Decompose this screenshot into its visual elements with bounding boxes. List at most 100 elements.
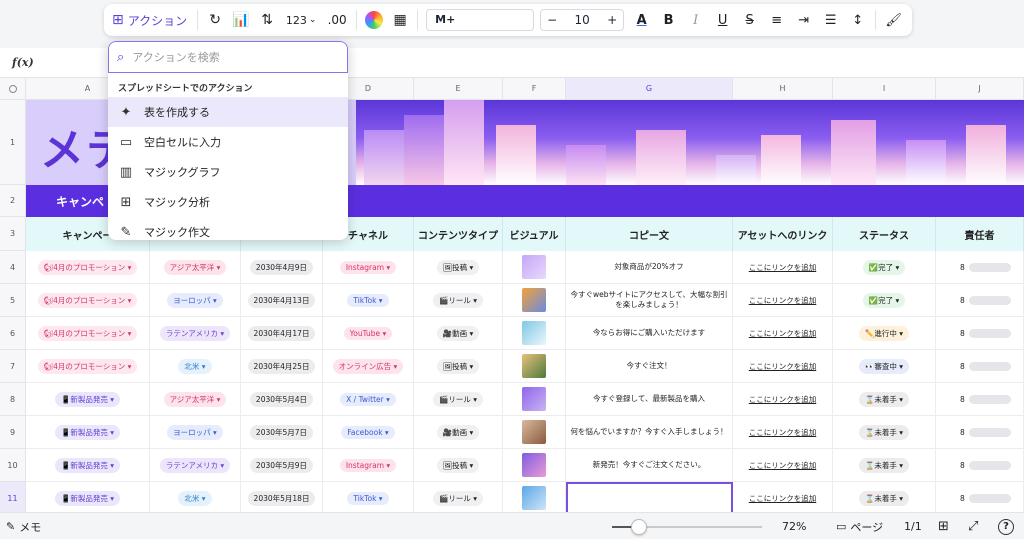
zoom-value[interactable]: 72% — [782, 513, 806, 539]
cell-status[interactable]: ⌛未着手 ▾ — [833, 449, 936, 482]
cell-link[interactable]: ここにリンクを追加 — [733, 482, 833, 512]
content-tag[interactable]: 🎥動画 ▾ — [436, 325, 480, 341]
row-header-10[interactable]: 10 — [0, 449, 26, 482]
help-button[interactable]: ? — [998, 513, 1014, 539]
cell-content[interactable]: 🎥動画 ▾ — [414, 317, 503, 350]
cell-region[interactable]: 北米 ▾ — [150, 482, 241, 512]
visual-thumbnail[interactable] — [522, 288, 546, 312]
cell-campaign[interactable]: 📱新製品発売 ▾ — [26, 482, 150, 512]
status-tag[interactable]: ⌛未着手 ▾ — [859, 424, 909, 440]
text-color-icon[interactable]: A — [628, 6, 655, 34]
font-select[interactable]: M+ — [426, 9, 535, 31]
region-tag[interactable]: ラテンアメリカ ▾ — [159, 457, 231, 473]
cell-content[interactable]: 🎥動画 ▾ — [414, 416, 503, 449]
header-asset-link[interactable]: アセットへのリンク — [733, 217, 833, 251]
campaign-tag[interactable]: 📱新製品発売 ▾ — [55, 490, 120, 506]
content-tag[interactable]: 🎬リール ▾ — [433, 292, 483, 308]
region-tag[interactable]: ラテンアメリカ ▾ — [159, 325, 231, 341]
campaign-tag[interactable]: 🐿4月のプロモーション ▾ — [37, 292, 138, 308]
border-grid-icon[interactable]: ▦ — [387, 6, 413, 34]
cell-date[interactable]: 2030年5月7日 — [241, 416, 323, 449]
owner-chip[interactable]: 8 — [936, 328, 1023, 338]
action-menu-item-create-table[interactable]: ✦ 表を作成する — [108, 97, 348, 127]
header-owner[interactable]: 責任者 — [936, 217, 1024, 251]
content-tag[interactable]: 🎬リール ▾ — [433, 490, 483, 506]
channel-tag[interactable]: X / Twitter ▾ — [340, 392, 396, 406]
cell-copy[interactable]: 今すぐ登録して、最新製品を購入 — [566, 383, 733, 416]
cell-region[interactable]: 北米 ▾ — [150, 350, 241, 383]
date-tag[interactable]: 2030年5月18日 — [247, 490, 316, 506]
region-tag[interactable]: ヨーロッパ ▾ — [167, 424, 223, 440]
align-center-icon[interactable]: ≡ — [763, 6, 790, 34]
cell-region[interactable]: アジア太平洋 ▾ — [150, 251, 241, 284]
status-tag[interactable]: ⌛未着手 ▾ — [859, 490, 909, 506]
cell-status[interactable]: ✏️進行中 ▾ — [833, 317, 936, 350]
status-tag[interactable]: 👀審査中 ▾ — [859, 358, 909, 374]
cell-content[interactable]: 🖼投稿 ▾ — [414, 350, 503, 383]
asset-link[interactable]: ここにリンクを追加 — [749, 493, 817, 504]
content-tag[interactable]: 🖼投稿 ▾ — [436, 457, 480, 473]
cell-status[interactable]: ⌛未着手 ▾ — [833, 383, 936, 416]
asset-link[interactable]: ここにリンクを追加 — [749, 295, 817, 306]
status-tag[interactable]: ⌛未着手 ▾ — [859, 457, 909, 473]
region-tag[interactable]: アジア太平洋 ▾ — [163, 259, 227, 275]
cell-owner[interactable]: 8 — [936, 482, 1024, 512]
content-tag[interactable]: 🎬リール ▾ — [433, 391, 483, 407]
cell-content[interactable]: 🎬リール ▾ — [414, 284, 503, 317]
row-header-3[interactable]: 3 — [0, 217, 26, 251]
cell-content[interactable]: 🎬リール ▾ — [414, 482, 503, 512]
cell-owner[interactable]: 8 — [936, 317, 1024, 350]
owner-chip[interactable]: 8 — [936, 295, 1023, 305]
bold-icon[interactable]: B — [655, 6, 682, 34]
channel-tag[interactable]: Facebook ▾ — [341, 425, 395, 439]
action-menu-item-magic-chart[interactable]: ▥ マジックグラフ — [108, 157, 348, 187]
content-tag[interactable]: 🖼投稿 ▾ — [436, 259, 480, 275]
cell-channel[interactable]: TikTok ▾ — [323, 284, 414, 317]
color-picker[interactable] — [361, 6, 387, 34]
campaign-tag[interactable]: 🐿4月のプロモーション ▾ — [37, 358, 138, 374]
pages-button[interactable]: ▭ ページ — [836, 513, 883, 539]
sort-icon[interactable]: ⇅ — [254, 6, 280, 34]
channel-tag[interactable]: TikTok ▾ — [347, 293, 389, 307]
date-tag[interactable]: 2030年5月9日 — [249, 457, 314, 473]
cell-owner[interactable]: 8 — [936, 449, 1024, 482]
cell-link[interactable]: ここにリンクを追加 — [733, 350, 833, 383]
row-header-7[interactable]: 7 — [0, 350, 26, 383]
cell-campaign[interactable]: 📱新製品発売 ▾ — [26, 449, 150, 482]
cell-owner[interactable]: 8 — [936, 350, 1024, 383]
campaign-tag[interactable]: 🐿4月のプロモーション ▾ — [37, 259, 138, 275]
cell-channel[interactable]: Instagram ▾ — [323, 251, 414, 284]
cell-link[interactable]: ここにリンクを追加 — [733, 383, 833, 416]
cell-owner[interactable]: 8 — [936, 251, 1024, 284]
cell-copy[interactable]: 何を悩んでいますか？今すぐ入手しましょう！ — [566, 416, 733, 449]
column-header-j[interactable]: J — [936, 78, 1024, 100]
cell-channel[interactable]: オンライン広告 ▾ — [323, 350, 414, 383]
cell-channel[interactable]: Instagram ▾ — [323, 449, 414, 482]
action-menu-item-magic-write[interactable]: ✎ マジック作文 — [108, 217, 348, 240]
cell-content[interactable]: 🖼投稿 ▾ — [414, 449, 503, 482]
campaign-tag[interactable]: 🐿4月のプロモーション ▾ — [37, 325, 138, 341]
owner-chip[interactable]: 8 — [936, 361, 1023, 371]
content-tag[interactable]: 🎥動画 ▾ — [436, 424, 480, 440]
cell-campaign[interactable]: 🐿4月のプロモーション ▾ — [26, 251, 150, 284]
magic-refresh-icon[interactable]: ↻ — [202, 6, 228, 34]
select-all-corner[interactable] — [0, 78, 26, 100]
number-format-dropdown[interactable]: 123 ⌄ — [280, 6, 322, 34]
cell-link[interactable]: ここにリンクを追加 — [733, 251, 833, 284]
strikethrough-icon[interactable]: S — [736, 6, 763, 34]
date-tag[interactable]: 2030年4月25日 — [247, 358, 316, 374]
font-size-increase-button[interactable]: + — [607, 13, 617, 27]
visual-thumbnail[interactable] — [522, 321, 546, 345]
cell-date[interactable]: 2030年5月4日 — [241, 383, 323, 416]
header-visual[interactable]: ビジュアル — [503, 217, 566, 251]
cell-region[interactable]: ヨーロッパ ▾ — [150, 416, 241, 449]
cell-date[interactable]: 2030年4月13日 — [241, 284, 323, 317]
cell-channel[interactable]: X / Twitter ▾ — [323, 383, 414, 416]
channel-tag[interactable]: Instagram ▾ — [339, 260, 397, 274]
date-tag[interactable]: 2030年4月17日 — [247, 325, 316, 341]
zoom-slider-handle[interactable] — [631, 519, 647, 535]
cell-copy[interactable]: 対象商品が20%オフ — [566, 251, 733, 284]
underline-icon[interactable]: U — [709, 6, 736, 34]
action-search-input[interactable]: ⌕ アクションを検索 — [108, 41, 348, 73]
chart-icon[interactable]: 📊 — [228, 6, 254, 34]
